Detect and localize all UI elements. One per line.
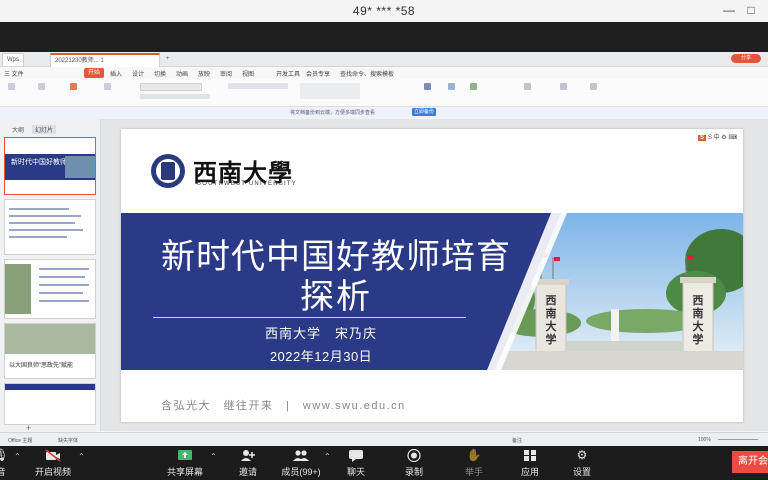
share-screen-icon — [177, 449, 193, 462]
slide-canvas: SS 中 ⚙ ⌨ 西南大學 SOUTHWEST UNIVERSITY 西南大学 … — [101, 119, 768, 431]
thumb-building-image — [5, 324, 95, 354]
slide-thumbnail-2[interactable] — [4, 199, 96, 255]
invite-button[interactable]: 邀请 — [228, 446, 268, 480]
raise-hand-button[interactable]: ✋ 举手 — [454, 446, 494, 480]
zoom-slider[interactable] — [718, 439, 758, 440]
share-frame-top — [0, 22, 768, 52]
settings-button[interactable]: ⚙ 设置 — [562, 446, 602, 480]
members-menu-caret[interactable]: ⌃ — [324, 452, 331, 461]
missing-fonts-link[interactable]: 缺失字体 — [58, 437, 78, 444]
font-style-buttons[interactable] — [140, 94, 210, 99]
camera-off-icon — [45, 449, 61, 462]
meeting-title: 49* *** *58 — [352, 4, 416, 18]
record-icon — [406, 448, 422, 463]
format-painter-icon[interactable] — [38, 83, 45, 90]
minimize-button[interactable]: — — [720, 2, 738, 18]
new-tab-button[interactable]: + — [162, 53, 174, 65]
video-menu-caret[interactable]: ⌃ — [78, 452, 85, 461]
thumb-photo — [5, 264, 31, 314]
wps-input-toolbar[interactable]: SS 中 ⚙ ⌨ — [697, 132, 737, 141]
menu-view[interactable]: 视图 — [242, 69, 254, 78]
picture-icon[interactable] — [470, 83, 477, 90]
members-button[interactable]: 成员(99+) — [276, 446, 326, 480]
find-icon[interactable] — [524, 83, 531, 90]
chat-button[interactable]: 聊天 — [336, 446, 376, 480]
wps-status-bar: Office 主题 缺失字体 备注 100% — [0, 432, 768, 446]
menu-transition[interactable]: 切换 — [154, 69, 166, 78]
university-emblem — [151, 154, 185, 188]
slide-motto: 含弘光大 继往开来 | www.swu.edu.cn — [161, 400, 406, 412]
wps-menu-row: 三 文件 开始 插入 设计 切换 动画 放映 审阅 视图 开发工具 会员专享 查… — [0, 67, 768, 79]
university-name-en: SOUTHWEST UNIVERSITY — [197, 181, 297, 187]
mic-icon: 🎙 — [0, 448, 9, 462]
gate-plaque-left: 西南大学 — [545, 295, 557, 346]
notes-toggle[interactable]: 备注 — [512, 437, 522, 444]
menu-developer[interactable]: 开发工具 — [276, 69, 300, 78]
new-slide-icon[interactable] — [70, 83, 77, 90]
slide-thumbnail-pane: 大纲 幻灯片 新时代中国好教师培育探析 以大国良师“思政先”赋能 + — [0, 119, 101, 433]
record-button[interactable]: 录制 — [394, 446, 434, 480]
zoom-level[interactable]: 100% — [698, 437, 711, 443]
theme-label: Office 主题 — [8, 438, 33, 444]
members-icon — [293, 449, 309, 462]
slide-thumbnail-4[interactable]: 以大国良师“思政先”赋能 — [4, 323, 96, 379]
raise-hand-icon: ✋ — [466, 448, 482, 462]
title-band: 西南大学 西南大学 新时代中国好教师培育 探析 西南大学 宋乃庆 2022年12… — [121, 213, 743, 370]
meeting-title-bar: 49* *** *58 — □ — [0, 0, 768, 23]
meeting-toolbar: 🎙 音 ⌃ 开启视频 ⌃ 共享屏幕 ⌃ 邀请 成员(99+) ⌃ 聊天 录制 ✋… — [0, 446, 768, 480]
tab-wps-home[interactable]: Wps — [2, 53, 24, 66]
wps-tab-row: Wps 20221230教师... 1 + 分享 — [0, 52, 768, 67]
menu-slideshow[interactable]: 放映 — [198, 69, 210, 78]
paste-icon[interactable] — [8, 83, 15, 90]
tab-outline[interactable]: 大纲 — [12, 125, 24, 134]
current-slide: SS 中 ⚙ ⌨ 西南大學 SOUTHWEST UNIVERSITY 西南大学 … — [121, 129, 743, 422]
font-family-select[interactable] — [140, 83, 202, 91]
apps-button[interactable]: 应用 — [510, 446, 550, 480]
slide-date: 2022年12月30日 — [269, 349, 373, 364]
backup-now-button[interactable]: 立即备份 — [412, 108, 436, 116]
chat-icon — [348, 449, 364, 462]
thumb-gate-image — [65, 156, 95, 178]
arrange-icon[interactable] — [590, 83, 597, 90]
layout-icon[interactable] — [104, 83, 111, 90]
menu-animation[interactable]: 动画 — [176, 69, 188, 78]
slide-title-line-2: 探析 — [300, 278, 372, 316]
share-screen-button[interactable]: 共享屏幕 — [160, 446, 210, 480]
gate-plaque-right: 西南大学 — [692, 295, 704, 346]
paragraph-buttons[interactable] — [228, 83, 288, 89]
menu-review[interactable]: 审阅 — [220, 69, 232, 78]
backup-notice-bar: 将文档备份到云端，方便多端同步查看 立即备份 — [0, 107, 768, 118]
tab-slides[interactable]: 幻灯片 — [32, 125, 57, 134]
start-video-button[interactable]: 开启视频 — [30, 446, 76, 480]
slide-author: 西南大学 宋乃庆 — [264, 326, 377, 341]
slide-thumbnail-1[interactable]: 新时代中国好教师培育探析 — [4, 137, 96, 195]
select-icon[interactable] — [560, 83, 567, 90]
tab-document[interactable]: 20221230教师... 1 — [50, 53, 160, 67]
apps-icon — [522, 449, 538, 462]
menu-home[interactable]: 开始 — [84, 68, 105, 78]
share-button[interactable]: 分享 — [731, 54, 761, 63]
share-menu-caret[interactable]: ⌃ — [210, 452, 217, 461]
menu-file[interactable]: 三 文件 — [4, 69, 24, 78]
title-divider — [153, 317, 466, 318]
shared-screen: Wps 20221230教师... 1 + 分享 三 文件 开始 插入 设计 切… — [0, 52, 768, 446]
invite-icon — [240, 449, 256, 462]
backup-notice-text: 将文档备份到云端，方便多端同步查看 — [290, 110, 376, 116]
maximize-button[interactable]: □ — [742, 2, 760, 18]
wps-ribbon — [0, 79, 768, 107]
settings-icon: ⚙ — [576, 448, 588, 462]
slide-thumbnail-3[interactable] — [4, 259, 96, 319]
command-search[interactable]: 查找命令、搜索模板 — [340, 69, 394, 78]
menu-insert[interactable]: 插入 — [110, 69, 122, 78]
menu-design[interactable]: 设计 — [132, 69, 144, 78]
thumb-4-title: 以大国良师“思政先”赋能 — [9, 363, 73, 369]
textbox-icon[interactable] — [424, 83, 431, 90]
shape-icon[interactable] — [448, 83, 455, 90]
leave-meeting-button[interactable]: 离开会 — [732, 451, 768, 473]
menu-member[interactable]: 会员专享 — [306, 69, 330, 78]
text-tools[interactable] — [300, 83, 360, 99]
slide-thumbnail-5[interactable] — [4, 383, 96, 425]
audio-menu-caret[interactable]: ⌃ — [14, 452, 21, 461]
